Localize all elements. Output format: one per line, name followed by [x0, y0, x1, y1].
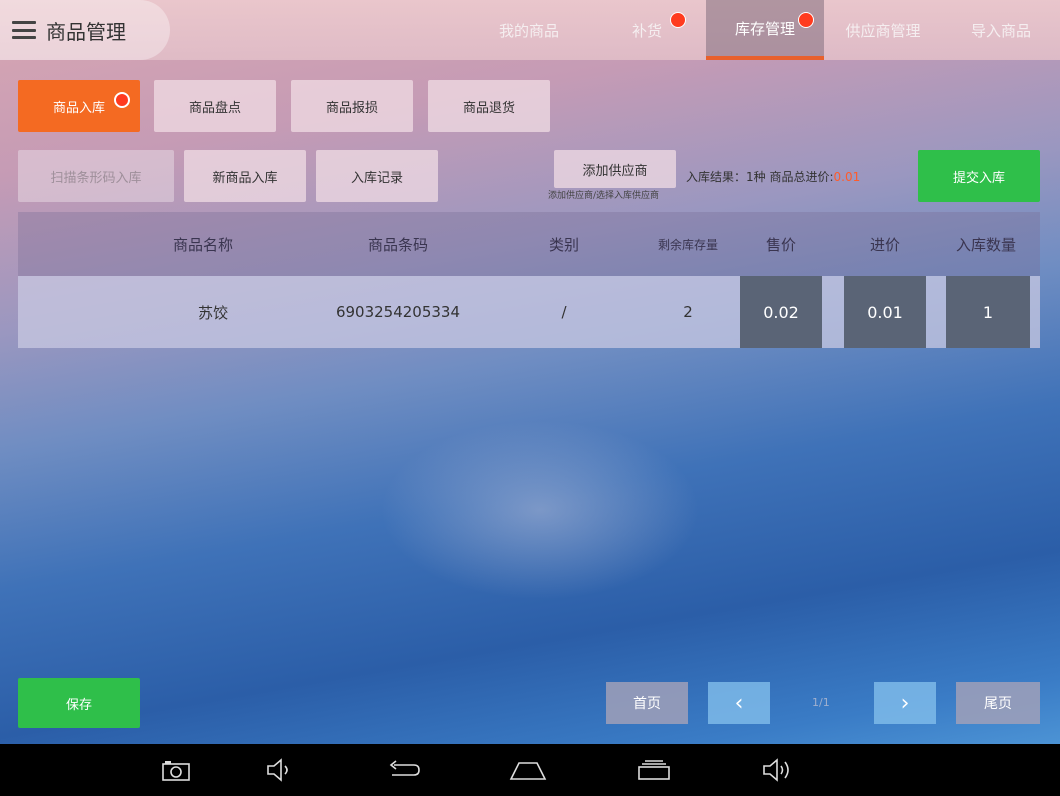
subtab-label: 商品报损 [325, 100, 378, 116]
summary-label: 商品总进价: [769, 170, 834, 184]
prev-page-button[interactable]: ‹ [708, 682, 770, 724]
stock-in-table: 商品名称 商品条码 类别 剩余库存量 售价 进价 入库数量 苏饺 6903254… [18, 212, 1040, 348]
subtab-damage[interactable]: 商品报损 [291, 80, 413, 132]
header-cost: 进价 [869, 235, 900, 254]
header-qty: 入库数量 [955, 235, 1016, 254]
cell-stock: 2 [683, 303, 693, 321]
back-icon[interactable] [384, 752, 424, 788]
header-stock: 剩余库存量 [657, 237, 718, 252]
app-title-tab[interactable]: 商品管理 [0, 0, 170, 60]
cell-barcode: 6903254205334 [335, 303, 461, 321]
cost-input[interactable]: 0.01 [844, 276, 926, 348]
header-barcode: 商品条码 [367, 235, 428, 254]
main-tabs: 我的商品 补货 库存管理 供应商管理 导入商品 [470, 0, 1060, 60]
subtab-label: 商品盘点 [188, 100, 241, 116]
tab-import[interactable]: 导入商品 [942, 0, 1060, 60]
table-header: 商品名称 商品条码 类别 剩余库存量 售价 进价 入库数量 [18, 212, 1040, 276]
subtab-label: 商品退货 [462, 100, 515, 116]
tab-inventory[interactable]: 库存管理 [706, 0, 824, 60]
button-label: 尾页 [984, 696, 1012, 712]
page-indicator: 1/1 [812, 696, 830, 709]
table-row[interactable]: 苏饺 6903254205334 / 2 0.02 0.01 1 [18, 276, 1040, 348]
menu-icon[interactable] [12, 21, 36, 39]
subtab-stocktake[interactable]: 商品盘点 [154, 80, 276, 132]
button-label: 添加供应商 [582, 163, 648, 179]
scan-barcode-in-button[interactable]: 扫描条形码入库 [18, 150, 174, 202]
cell-name: 苏饺 [197, 303, 228, 322]
tab-label: 补货 [631, 21, 662, 40]
header-category: 类别 [548, 235, 579, 254]
home-icon[interactable] [508, 752, 548, 788]
subtab-stock-in[interactable]: 商品入库 [18, 80, 140, 132]
top-nav-bar: 商品管理 我的商品 补货 库存管理 供应商管理 导入商品 [0, 0, 1060, 60]
header-name: 商品名称 [172, 235, 233, 254]
subtab-label: 商品入库 [52, 100, 105, 116]
tab-label: 我的商品 [498, 21, 559, 40]
stock-in-summary: 入库结果：1种 商品总进价:0.01 [686, 168, 860, 185]
button-label: 首页 [633, 696, 661, 712]
volume-up-icon[interactable] [758, 752, 798, 788]
button-label: 保存 [65, 697, 92, 713]
button-label: 入库记录 [350, 170, 403, 186]
tab-label: 导入商品 [970, 21, 1031, 40]
tab-restock[interactable]: 补货 [588, 0, 706, 60]
new-product-in-button[interactable]: 新商品入库 [184, 150, 306, 202]
notification-badge [798, 12, 814, 28]
save-button[interactable]: 保存 [18, 678, 140, 728]
last-page-button[interactable]: 尾页 [956, 682, 1040, 724]
chevron-left-icon: ‹ [734, 690, 744, 716]
add-supplier-button[interactable]: 添加供应商 [554, 150, 676, 188]
recents-icon[interactable] [634, 752, 674, 788]
tab-label: 库存管理 [734, 19, 795, 38]
header-price: 售价 [765, 235, 796, 254]
notification-badge [670, 12, 686, 28]
stock-in-records-button[interactable]: 入库记录 [316, 150, 438, 202]
app-title: 商品管理 [46, 19, 126, 44]
button-label: 新商品入库 [212, 170, 278, 186]
subtab-return[interactable]: 商品退货 [428, 80, 550, 132]
cell-category: / [561, 303, 567, 321]
notification-badge [114, 92, 130, 108]
supplier-hint: 添加供应商/选择入库供应商 [548, 191, 660, 201]
summary-amount: 0.01 [833, 170, 861, 184]
volume-down-icon[interactable] [262, 752, 298, 788]
camera-icon[interactable] [158, 752, 194, 788]
price-input[interactable]: 0.02 [740, 276, 822, 348]
next-page-button[interactable]: › [874, 682, 936, 724]
button-label: 扫描条形码入库 [50, 170, 142, 186]
summary-count: 入库结果：1种 [686, 170, 766, 184]
chevron-right-icon: › [900, 690, 910, 716]
button-label: 提交入库 [952, 170, 1005, 186]
system-nav-bar [0, 744, 1060, 796]
tab-my-products[interactable]: 我的商品 [470, 0, 588, 60]
tab-suppliers[interactable]: 供应商管理 [824, 0, 942, 60]
tab-label: 供应商管理 [845, 21, 921, 40]
background-blur [380, 420, 700, 600]
quantity-input[interactable]: 1 [946, 276, 1030, 348]
first-page-button[interactable]: 首页 [606, 682, 688, 724]
submit-stock-in-button[interactable]: 提交入库 [918, 150, 1040, 202]
